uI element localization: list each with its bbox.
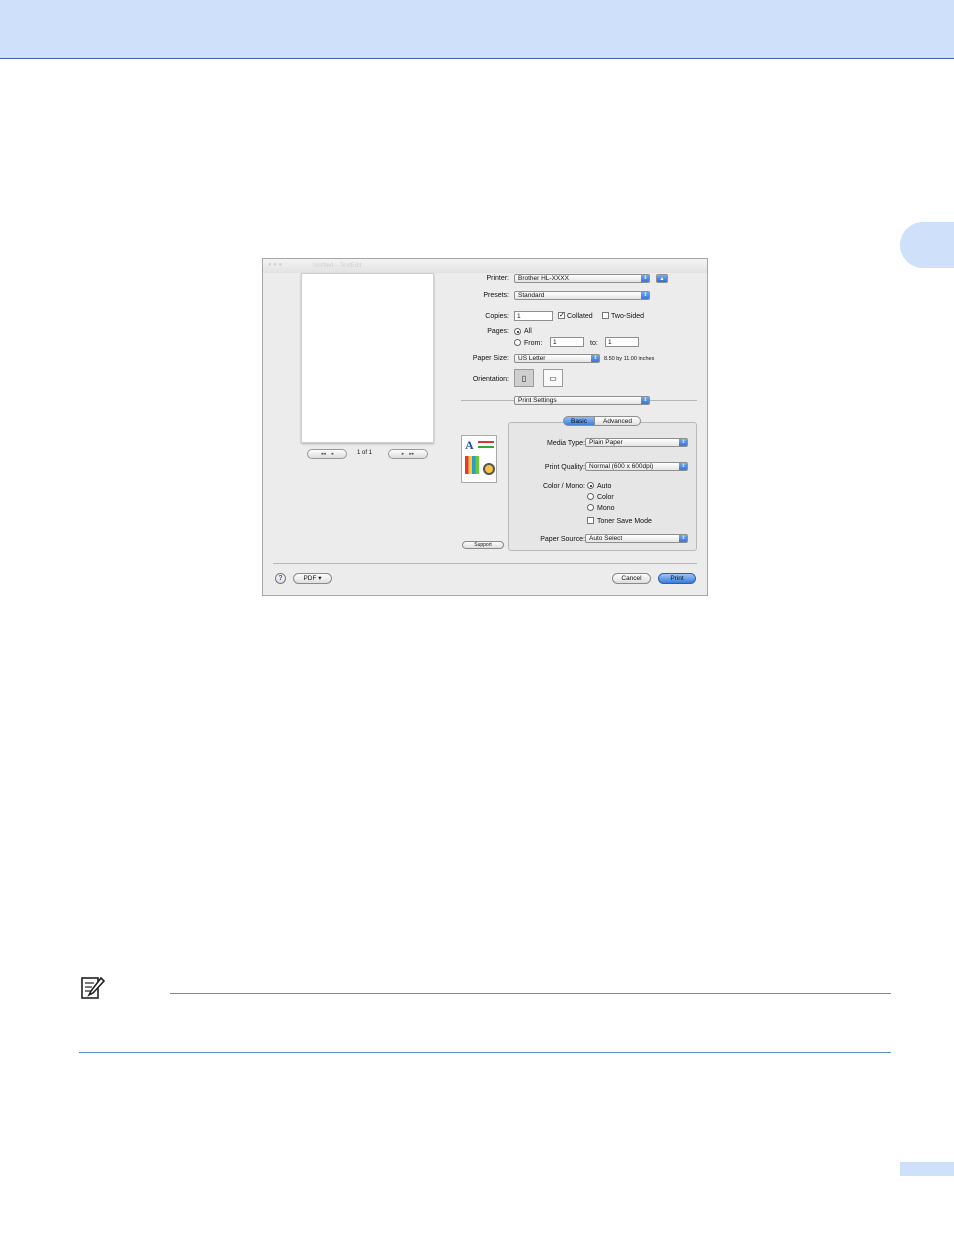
first-page-button[interactable]: ◂◂ [321, 450, 326, 458]
color-mono-auto-radio[interactable] [587, 482, 594, 489]
print-quality-select[interactable]: Normal (600 x 600dpi) ⇕ [585, 462, 688, 471]
print-quality-label: Print Quality: [544, 464, 585, 471]
paper-size-select[interactable]: US Letter ⇕ [514, 354, 600, 363]
paper-dimensions: 8.50 by 11.00 inches [604, 356, 655, 362]
help-button[interactable]: ? [275, 573, 286, 584]
paper-source-value: Auto Select [589, 535, 623, 542]
color-mono-auto-label: Auto [597, 483, 612, 490]
preview-back-buttons[interactable]: ◂◂ ◂ [307, 449, 347, 459]
support-button[interactable]: Support [462, 541, 504, 549]
footer-divider [273, 563, 697, 564]
portrait-icon: ▯ [521, 373, 527, 383]
chart-bars-icon [465, 456, 479, 474]
collated-checkbox[interactable]: ✓ [558, 312, 565, 319]
cancel-button[interactable]: Cancel [612, 573, 651, 584]
collapse-details-button[interactable]: ▲ [656, 274, 668, 283]
media-type-label: Media Type: [546, 440, 585, 447]
media-type-value: Plain Paper [589, 439, 623, 446]
two-sided-checkbox[interactable] [602, 312, 609, 319]
pages-from-radio[interactable] [514, 339, 521, 346]
header-band [0, 0, 954, 59]
printer-label: Printer: [486, 275, 509, 282]
color-bar-icon [478, 441, 494, 443]
note-top-rule [170, 993, 891, 994]
popup-arrows-icon: ⇕ [641, 292, 649, 299]
tab-basic[interactable]: Basic [563, 416, 595, 426]
window-title-ghost: Untitled – TextEdit [313, 263, 362, 269]
pdf-menu-button[interactable]: PDF ▾ [293, 573, 332, 584]
next-page-button[interactable]: ▸ [402, 450, 405, 458]
color-mono-label: Color / Mono: [542, 483, 585, 490]
last-page-button[interactable]: ▸▸ [409, 450, 414, 458]
page-indicator: 1 of 1 [357, 450, 373, 456]
landscape-orientation-button[interactable]: ▭ [543, 369, 563, 387]
paper-source-select[interactable]: Auto Select ⇕ [585, 534, 688, 543]
dialog-titlebar: ● ● ● Untitled – TextEdit [263, 259, 707, 273]
popup-arrows-icon: ⇕ [679, 535, 687, 542]
presets-value: Standard [518, 292, 545, 299]
presets-select[interactable]: Standard ⇕ [514, 291, 650, 300]
pages-to-input[interactable]: 1 [605, 337, 639, 347]
popup-arrows-icon: ⇕ [641, 397, 649, 404]
tab-advanced[interactable]: Advanced [594, 416, 641, 426]
disclosure-up-icon: ▲ [659, 276, 665, 282]
pages-label: Pages: [487, 328, 509, 335]
letter-a-icon: A [465, 438, 474, 452]
popup-arrows-icon: ⇕ [679, 439, 687, 446]
pages-from-label: From: [524, 340, 543, 347]
two-sided-label: Two-Sided [611, 313, 645, 320]
page-number-tab [900, 1162, 954, 1176]
help-icon: ? [278, 575, 283, 582]
landscape-icon: ▭ [549, 373, 557, 383]
popup-arrows-icon: ⇕ [679, 463, 687, 470]
printer-value: Brother HL-XXXX [518, 275, 569, 282]
note-pencil-icon [81, 976, 106, 999]
media-type-select[interactable]: Plain Paper ⇕ [585, 438, 688, 447]
color-mono-mono-radio[interactable] [587, 504, 594, 511]
page-preview [301, 273, 434, 443]
pages-all-label: All [524, 328, 532, 335]
window-controls-icon: ● ● ● [268, 262, 283, 268]
color-mono-mono-label: Mono [597, 505, 615, 512]
magnifier-icon [483, 463, 495, 475]
paper-size-label: Paper Size: [472, 355, 509, 362]
print-button[interactable]: Print [658, 573, 696, 584]
print-quality-value: Normal (600 x 600dpi) [589, 463, 654, 470]
color-mono-color-radio[interactable] [587, 493, 594, 500]
orientation-label: Orientation: [472, 376, 509, 383]
paper-size-value: US Letter [518, 355, 546, 362]
paper-source-label: Paper Source: [540, 536, 585, 543]
toner-save-label: Toner Save Mode [597, 518, 652, 525]
pages-all-radio[interactable] [514, 328, 521, 335]
copies-input[interactable]: 1 [514, 311, 553, 321]
popup-arrows-icon: ⇕ [591, 355, 599, 362]
preview-forward-buttons[interactable]: ▸ ▸▸ [388, 449, 428, 459]
collated-label: Collated [567, 313, 593, 320]
color-mono-color-label: Color [597, 494, 614, 501]
panel-select[interactable]: Print Settings ⇕ [514, 396, 650, 405]
pages-to-label: to: [590, 340, 598, 347]
printer-select[interactable]: Brother HL-XXXX ⇕ [514, 274, 650, 283]
color-bar-icon [478, 446, 494, 448]
pages-from-input[interactable]: 1 [550, 337, 584, 347]
toner-save-checkbox[interactable] [587, 517, 594, 524]
copies-label: Copies: [485, 313, 509, 320]
portrait-orientation-button[interactable]: ▯ [514, 369, 534, 387]
brother-driver-icon: A [461, 435, 497, 483]
popup-arrows-icon: ⇕ [641, 275, 649, 282]
print-dialog: ● ● ● Untitled – TextEdit ◂◂ ◂ 1 of 1 ▸ … [262, 258, 708, 596]
chapter-tab [900, 222, 954, 268]
note-bottom-rule [79, 1052, 891, 1053]
presets-label: Presets: [483, 292, 509, 299]
prev-page-button[interactable]: ◂ [331, 450, 334, 458]
panel-value: Print Settings [518, 397, 557, 404]
